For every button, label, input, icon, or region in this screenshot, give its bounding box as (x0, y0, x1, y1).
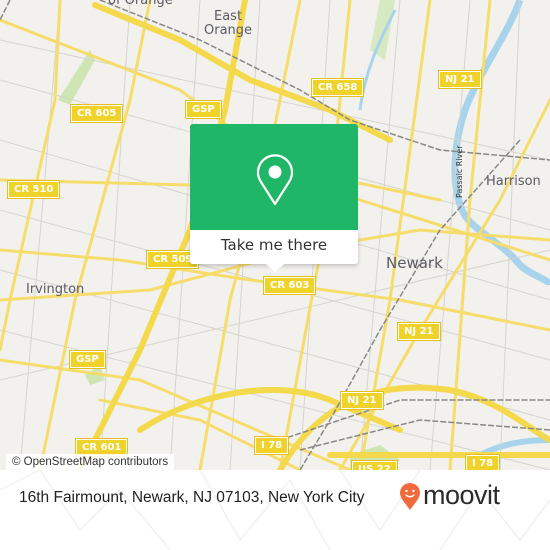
route-shield: I 78 (253, 436, 290, 455)
route-shield: GSP (69, 350, 106, 369)
park (370, 0, 395, 60)
map-attribution[interactable]: © OpenStreetMap contributors (6, 454, 175, 470)
route-shield: US 22 (351, 460, 398, 470)
address-text: 16th Fairmount, Newark, NJ 07103, New Yo… (19, 489, 365, 506)
place-label-harrison: Harrison (486, 174, 541, 189)
route-shield: NJ 21 (340, 391, 384, 410)
route-shield: CR 605 (69, 104, 124, 123)
map-pin-icon (256, 154, 294, 206)
footer: 16th Fairmount, Newark, NJ 07103, New Yo… (0, 470, 550, 550)
map[interactable]: of Orange East Orange Irvington Newark H… (0, 0, 550, 470)
popup-pointer (266, 264, 284, 272)
moovit-logo[interactable]: moovit (399, 479, 500, 511)
moovit-pin-icon (400, 483, 420, 510)
moovit-wordmark: moovit (423, 479, 500, 510)
route-shield: CR 603 (262, 276, 317, 295)
park (58, 50, 95, 105)
place-label-east-orange: East Orange (204, 9, 253, 38)
route-shield: NJ 21 (438, 70, 482, 89)
route-shield: GSP (185, 100, 222, 119)
location-popup: Take me there (190, 124, 358, 272)
route-shield: NJ 21 (397, 322, 441, 341)
place-label-orange: of Orange (108, 0, 173, 8)
route-shield: I 78 (464, 454, 501, 470)
route-shield: CR 658 (310, 78, 365, 97)
place-label-irvington: Irvington (26, 282, 85, 297)
place-label-newark: Newark (386, 254, 443, 272)
take-me-there-button[interactable]: Take me there (190, 230, 358, 264)
popup-header (190, 124, 358, 230)
route-shield: CR 510 (6, 180, 61, 199)
river-label: Passaic River (455, 145, 464, 199)
